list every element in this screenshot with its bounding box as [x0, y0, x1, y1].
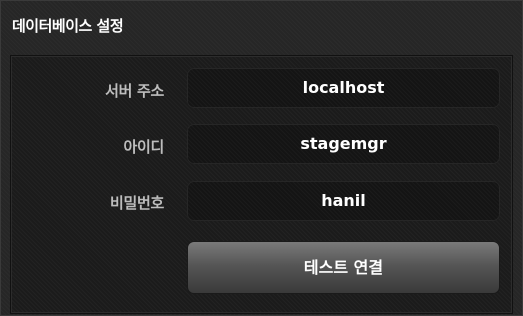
- user-id-label: 아이디: [123, 138, 164, 156]
- test-connection-button[interactable]: 테스트 연결: [187, 241, 500, 294]
- user-id-field[interactable]: stagemgr: [187, 124, 500, 164]
- panel-title: 데이터베이스 설정: [12, 17, 124, 35]
- server-address-label: 서버 주소: [105, 82, 164, 100]
- password-field[interactable]: hanil: [187, 181, 500, 221]
- server-address-field[interactable]: localhost: [187, 68, 500, 108]
- password-label: 비밀번호: [109, 194, 164, 212]
